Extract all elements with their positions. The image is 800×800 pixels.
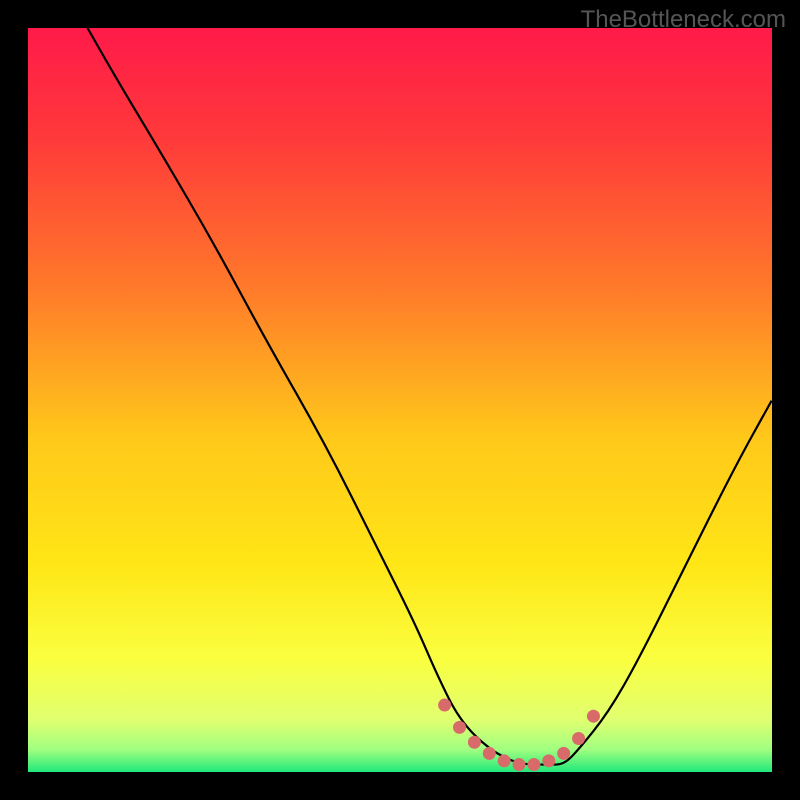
highlight-marker	[438, 699, 451, 712]
watermark-text: TheBottleneck.com	[581, 6, 786, 34]
curve-layer	[28, 28, 772, 772]
highlight-marker	[468, 736, 481, 749]
highlight-markers	[438, 699, 600, 772]
highlight-marker	[498, 754, 511, 767]
bottleneck-curve	[88, 28, 772, 765]
highlight-marker	[557, 747, 570, 760]
chart-container: TheBottleneck.com	[0, 0, 800, 800]
highlight-marker	[587, 710, 600, 723]
plot-area	[28, 28, 772, 772]
highlight-marker	[527, 758, 540, 771]
highlight-marker	[453, 721, 466, 734]
highlight-marker	[572, 732, 585, 745]
highlight-marker	[542, 754, 555, 767]
highlight-marker	[483, 747, 496, 760]
highlight-marker	[513, 758, 526, 771]
